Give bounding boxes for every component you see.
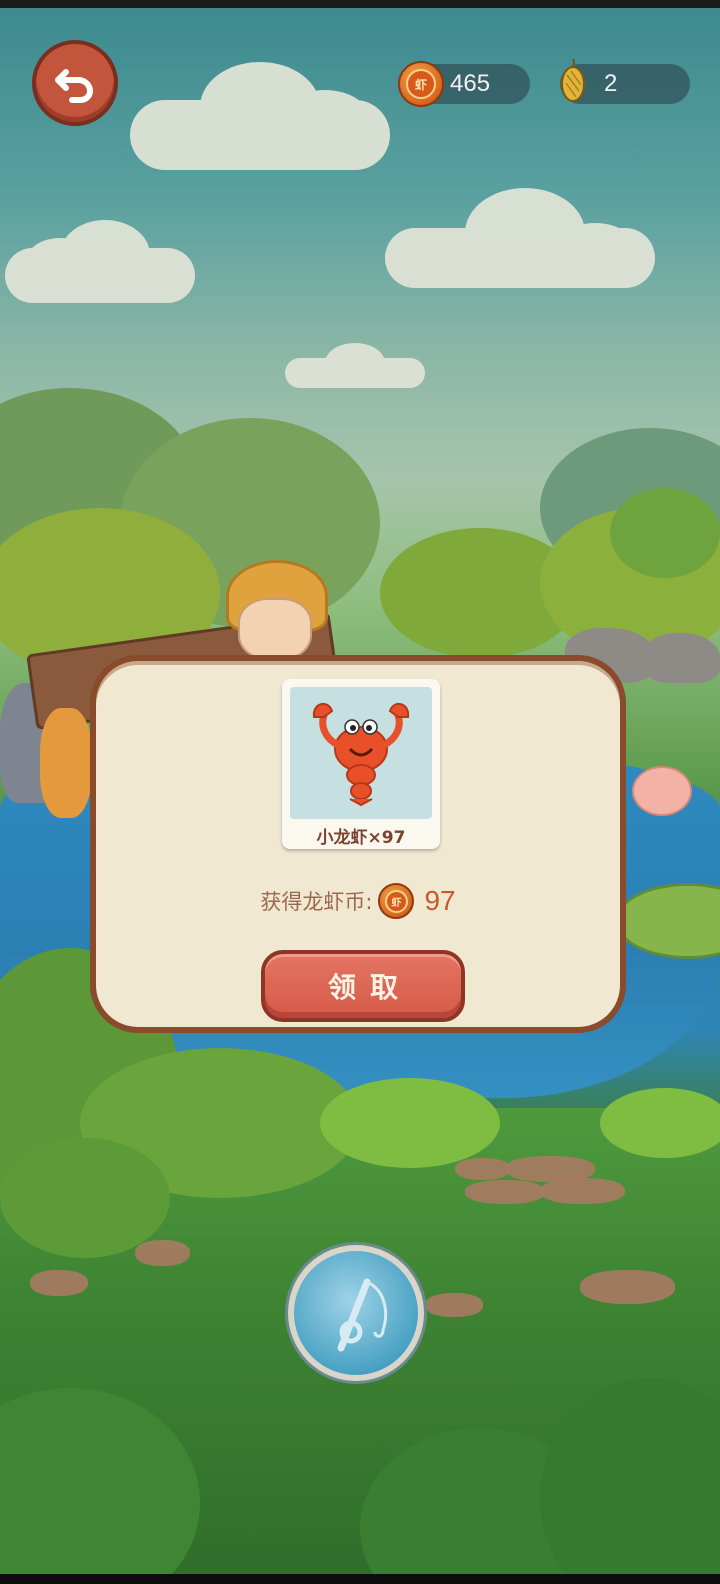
stepping-stone — [425, 1293, 483, 1317]
reward-dialog: 小龙虾×97 获得龙虾币: 虾 97 领取 — [90, 655, 626, 1033]
crayfish-coin-icon: 虾 — [398, 61, 444, 107]
cloud — [130, 62, 390, 170]
flower-bush — [610, 488, 720, 578]
rock — [645, 633, 720, 683]
reward-image — [290, 687, 432, 819]
cloud — [5, 220, 195, 303]
claim-button[interactable]: 领取 — [261, 950, 465, 1022]
coin-count: 465 — [450, 70, 491, 97]
earn-row: 获得龙虾币: 虾 97 — [96, 883, 620, 919]
nav-bar-strip — [0, 1574, 720, 1584]
earn-label: 获得龙虾币: — [260, 890, 373, 914]
fishing-rod-icon — [337, 1278, 388, 1352]
stepping-stone — [465, 1180, 545, 1204]
bush — [0, 1138, 170, 1258]
cloud — [285, 343, 425, 388]
undo-arrow-icon — [55, 69, 94, 103]
crayfish-icon — [312, 702, 410, 807]
status-bar-strip — [0, 0, 720, 8]
crayfish-coin-icon: 虾 — [378, 883, 415, 919]
back-button[interactable] — [32, 40, 118, 126]
tiger-cat — [40, 708, 92, 818]
stepping-stone — [30, 1270, 88, 1296]
stepping-stone — [455, 1158, 510, 1180]
stepping-stone — [135, 1240, 190, 1266]
lotus-flower — [632, 766, 692, 816]
earn-value: 97 — [424, 885, 456, 916]
reward-label: 小龙虾×97 — [316, 828, 406, 848]
cast-fishing-button[interactable] — [288, 1245, 424, 1381]
coin-counter: 虾 465 — [398, 61, 530, 107]
bait-counter: 2 — [560, 58, 690, 104]
reward-card: 小龙虾×97 — [282, 679, 440, 849]
bait-count: 2 — [604, 70, 618, 97]
stepping-stone — [580, 1270, 675, 1304]
cloud — [385, 188, 655, 288]
stepping-stone — [540, 1178, 625, 1204]
character-face — [238, 598, 312, 660]
flower-bush — [600, 1088, 720, 1158]
corn-bait-icon — [561, 58, 585, 102]
flower-bush — [320, 1078, 500, 1168]
